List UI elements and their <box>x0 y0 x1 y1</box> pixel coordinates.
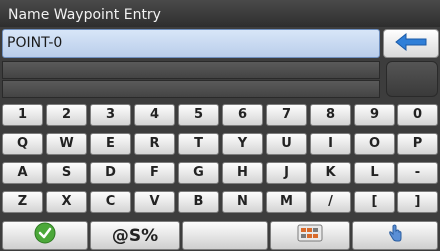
key[interactable]: U <box>266 133 307 155</box>
checkmark-icon <box>34 222 56 249</box>
side-blank-button[interactable] <box>386 61 438 97</box>
key[interactable]: L <box>354 162 395 184</box>
key[interactable]: S <box>46 162 87 184</box>
key[interactable]: 1 <box>2 104 43 126</box>
key[interactable]: X <box>46 191 87 213</box>
keyboard-layout-button[interactable] <box>270 221 350 250</box>
finger-tap-icon <box>385 223 405 248</box>
key[interactable]: O <box>354 133 395 155</box>
key[interactable]: 4 <box>134 104 175 126</box>
key[interactable]: C <box>90 191 131 213</box>
backspace-button[interactable] <box>383 29 439 58</box>
key[interactable]: 2 <box>46 104 87 126</box>
keyboard-layout-icon <box>297 223 323 248</box>
key[interactable]: 3 <box>90 104 131 126</box>
key[interactable]: N <box>222 191 263 213</box>
key[interactable]: 9 <box>354 104 395 126</box>
space-button[interactable] <box>182 221 268 250</box>
ok-button[interactable] <box>2 221 88 250</box>
key[interactable]: / <box>310 191 351 213</box>
key[interactable]: J <box>266 162 307 184</box>
key[interactable]: D <box>90 162 131 184</box>
key[interactable]: Y <box>222 133 263 155</box>
back-arrow-icon <box>394 32 428 55</box>
key[interactable]: 0 <box>397 104 438 126</box>
window-title: Name Waypoint Entry <box>0 0 440 27</box>
key[interactable]: M <box>266 191 307 213</box>
key[interactable]: [ <box>354 191 395 213</box>
key[interactable]: R <box>134 133 175 155</box>
key[interactable]: E <box>90 133 131 155</box>
key[interactable]: H <box>222 162 263 184</box>
key[interactable]: 7 <box>266 104 307 126</box>
key[interactable]: I <box>310 133 351 155</box>
key[interactable]: V <box>134 191 175 213</box>
key[interactable]: K <box>310 162 351 184</box>
key[interactable]: 5 <box>178 104 219 126</box>
key[interactable]: T <box>178 133 219 155</box>
suggestion-row-1[interactable] <box>2 61 380 79</box>
suggestion-row-2[interactable] <box>2 80 380 98</box>
key[interactable]: ] <box>397 191 438 213</box>
key[interactable]: 8 <box>310 104 351 126</box>
waypoint-name-input[interactable]: POINT-0 <box>2 29 380 58</box>
key[interactable]: Q <box>2 133 43 155</box>
key[interactable]: 6 <box>222 104 263 126</box>
key[interactable]: A <box>2 162 43 184</box>
key[interactable]: G <box>178 162 219 184</box>
key[interactable]: F <box>134 162 175 184</box>
touch-mode-button[interactable] <box>352 221 438 250</box>
key[interactable]: W <box>46 133 87 155</box>
key[interactable]: B <box>178 191 219 213</box>
key[interactable]: Z <box>2 191 43 213</box>
symbols-button[interactable]: @S% <box>90 221 180 250</box>
key[interactable]: - <box>397 162 438 184</box>
key[interactable]: P <box>397 133 438 155</box>
